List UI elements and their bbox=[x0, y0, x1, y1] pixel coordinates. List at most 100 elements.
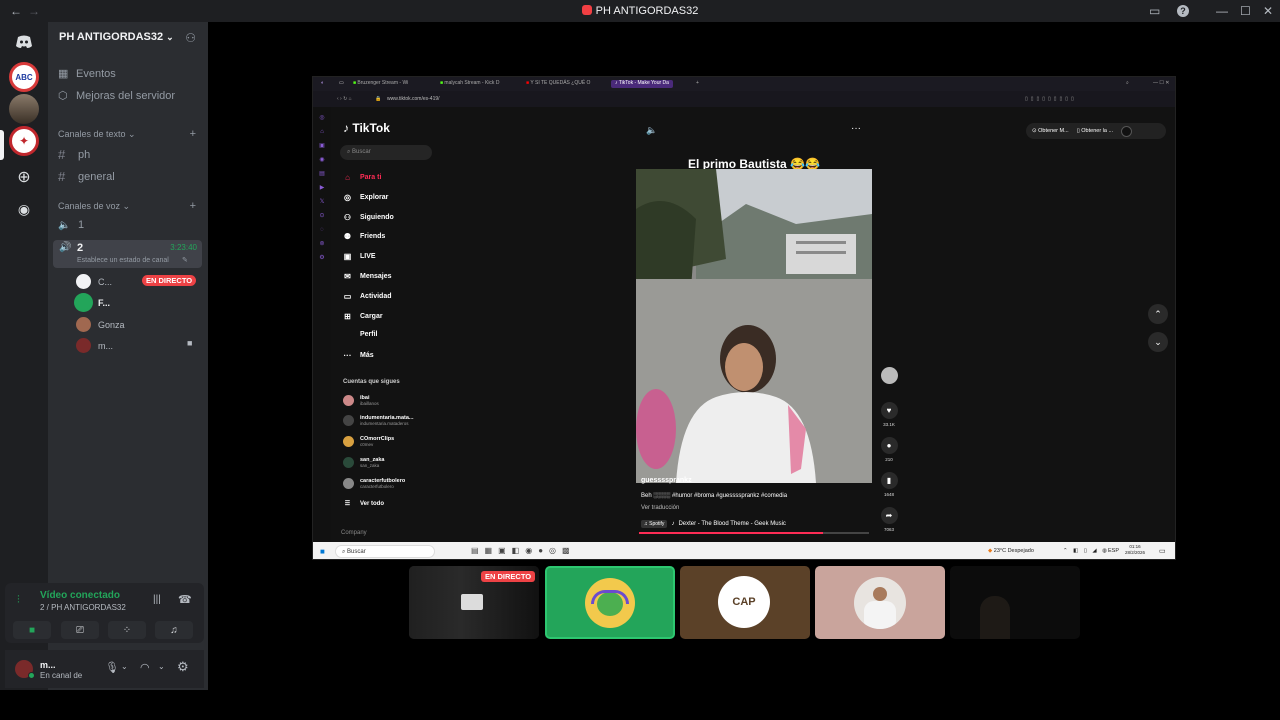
scroll-up-button[interactable]: ⌃ bbox=[1148, 304, 1168, 324]
disconnect-icon[interactable]: ☎ bbox=[178, 593, 192, 606]
invite-icon[interactable]: ⚇ bbox=[185, 31, 196, 45]
add-text-channel-icon[interactable]: + bbox=[190, 128, 196, 140]
voice-user[interactable]: m... bbox=[76, 338, 113, 353]
music-row[interactable]: ♫ Spotify ♪ Dexter - The Blood Theme - G… bbox=[641, 520, 786, 528]
server-avatar-icon[interactable] bbox=[9, 94, 39, 124]
nav-actividad[interactable]: ▭ Actividad bbox=[343, 292, 392, 301]
translate-link[interactable]: Ver traducción bbox=[641, 505, 679, 511]
account-item[interactable]: san_zaka san_zaka bbox=[343, 457, 384, 468]
chevron-down-icon[interactable]: ⌄ bbox=[121, 662, 128, 671]
activities-button[interactable]: ⁘ bbox=[108, 621, 146, 639]
chevron-down-icon[interactable]: ⌄ bbox=[158, 662, 165, 671]
nav-buttons-icon[interactable]: ‹ › ↻ ⌂ bbox=[337, 96, 352, 102]
tiktok-search-input[interactable]: ⌕ Buscar bbox=[340, 145, 432, 160]
nav-mensajes[interactable]: ✉ Mensajes bbox=[343, 272, 391, 281]
server-ph-icon[interactable]: ✦ bbox=[9, 126, 39, 156]
account-item[interactable]: COmorrClips c0mev bbox=[343, 436, 394, 447]
participant-tile[interactable]: CAP bbox=[680, 566, 810, 639]
account-item[interactable]: caracterfutbolero caracterfutbolero bbox=[343, 478, 405, 489]
participant-tile[interactable] bbox=[815, 566, 945, 639]
events-item[interactable]: ▦ Eventos bbox=[58, 67, 116, 81]
share-button[interactable]: ➦ 7063 bbox=[879, 507, 899, 532]
browser-tab[interactable]: ■ Bruzenger Stream - Wi bbox=[353, 80, 408, 88]
signal-icon[interactable]: ⫶ bbox=[17, 594, 20, 607]
url-text[interactable]: www.tiktok.com/es-419/ bbox=[387, 96, 440, 102]
voice-user[interactable]: Gonza bbox=[76, 317, 125, 332]
new-tab-icon[interactable]: + bbox=[696, 80, 699, 88]
nav-perfil[interactable]: Perfil bbox=[343, 331, 378, 338]
text-category[interactable]: Canales de texto ⌄ bbox=[58, 129, 136, 140]
tray-icons[interactable]: ⌃ ◧ ▯ ◢ ◍ bbox=[1063, 548, 1109, 554]
browser-sidebar-icons[interactable]: ◎ ⌂ ▣ ◉ ▤ ▶ 𝕏 ⊙ ◌ ⊚ ⚙ bbox=[313, 111, 331, 265]
browser-tab[interactable]: ■ Y SI TE QUEDÁS ¿QUÉ O bbox=[526, 80, 590, 88]
taskbar-apps-icon[interactable]: ▤▦▣◧◉●◎▩ bbox=[471, 546, 576, 555]
server-name-header[interactable]: PH ANTIGORDAS32 ⌄ bbox=[59, 31, 174, 43]
get-app-button[interactable]: ⊙ Obtener M... bbox=[1032, 128, 1069, 134]
taskbar-clock[interactable]: 01:16 28/2/2026 bbox=[1125, 544, 1145, 556]
screen-share-button[interactable]: ⎚ bbox=[61, 621, 99, 639]
server-boost-item[interactable]: ⬡ Mejoras del servidor bbox=[58, 89, 175, 103]
nav-cargar[interactable]: ⊞ Cargar bbox=[343, 312, 382, 321]
voice-user[interactable]: C... bbox=[76, 274, 112, 289]
discord-home-icon[interactable] bbox=[9, 27, 39, 57]
notification-icon[interactable]: ▭ bbox=[1159, 547, 1166, 555]
tiktok-logo[interactable]: ♪ TikTok bbox=[343, 121, 390, 135]
voice-channel-2[interactable]: 🔊 2 3:23:40 Establece un estado de canal… bbox=[53, 240, 202, 268]
more-options-icon[interactable]: ··· bbox=[851, 123, 861, 134]
comment-button[interactable]: ● 210 bbox=[879, 437, 899, 462]
add-server-icon[interactable]: ⊕ bbox=[9, 162, 39, 192]
window-controls-icon[interactable]: — ☐ ✕ bbox=[1153, 80, 1169, 88]
profile-avatar[interactable] bbox=[1121, 125, 1133, 137]
microphone-icon[interactable]: 🎙 bbox=[105, 661, 119, 674]
get-desktop-button[interactable]: ▯ Obtener la ... bbox=[1077, 128, 1113, 134]
taskbar-search[interactable]: ⌕ Buscar bbox=[335, 545, 435, 558]
nav-explorar[interactable]: ◎ Explorar bbox=[343, 193, 388, 202]
like-button[interactable]: ♥ 33.1K bbox=[879, 402, 899, 427]
voice-location[interactable]: 2 / PH ANTIGORDAS32 bbox=[40, 603, 126, 612]
scroll-down-button[interactable]: ⌄ bbox=[1148, 332, 1168, 352]
account-item[interactable]: ibai ibaillanos bbox=[343, 395, 379, 406]
search-tabs-icon[interactable]: ⌕ bbox=[1126, 80, 1129, 88]
maximize-icon[interactable]: ☐ bbox=[1240, 4, 1251, 18]
creator-avatar[interactable] bbox=[879, 367, 899, 387]
see-all-link[interactable]: ☰ Ver todo bbox=[343, 500, 384, 508]
soundboard-button[interactable]: ♫ bbox=[155, 621, 193, 639]
voice-category[interactable]: Canales de voz ⌄ bbox=[58, 201, 130, 212]
voice-channel-1[interactable]: 🔈 1 bbox=[58, 219, 84, 231]
pencil-icon[interactable]: ✎ bbox=[182, 256, 188, 264]
inbox-icon[interactable]: ▭ bbox=[1149, 4, 1160, 18]
channel-general[interactable]: # general bbox=[58, 169, 115, 184]
channel-status[interactable]: Establece un estado de canal bbox=[77, 257, 169, 264]
company-link[interactable]: Company bbox=[341, 530, 367, 536]
settings-gear-icon[interactable]: ⚙ bbox=[177, 659, 189, 675]
help-icon[interactable]: ? bbox=[1177, 5, 1189, 17]
windows-start-icon[interactable]: ■ bbox=[320, 547, 325, 556]
taskbar-language[interactable]: ESP bbox=[1108, 548, 1119, 554]
video-author[interactable]: guessssprankz bbox=[641, 477, 692, 484]
nav-para-ti[interactable]: ⌂ Para ti bbox=[343, 173, 381, 182]
close-icon[interactable]: ✕ bbox=[1263, 4, 1273, 18]
screen-share-stream[interactable]: ◐ ▭ ■ Bruzenger Stream - Wi ■ malycah St… bbox=[312, 76, 1176, 560]
video-player[interactable] bbox=[636, 169, 872, 483]
voice-user[interactable]: F... bbox=[76, 295, 110, 310]
save-button[interactable]: ▮ 1648 bbox=[879, 472, 899, 497]
volume-icon[interactable]: 🔈 bbox=[646, 125, 657, 136]
server-abc-icon[interactable]: ABC bbox=[9, 62, 39, 92]
minimize-icon[interactable]: — bbox=[1216, 4, 1228, 18]
weather-widget[interactable]: ◆ 23°C Despejado bbox=[988, 548, 1034, 554]
nav-mas[interactable]: ··· Más bbox=[343, 351, 374, 360]
video-button[interactable]: ■ bbox=[13, 621, 51, 639]
account-item[interactable]: indumentaria.mata... indumentaria.matader… bbox=[343, 415, 414, 426]
browser-tab[interactable]: ■ malycah Stream - Kick D bbox=[440, 80, 499, 88]
nav-live[interactable]: ▣ LIVE bbox=[343, 252, 376, 261]
nav-siguiendo[interactable]: ⚇ Siguiendo bbox=[343, 213, 394, 222]
nav-friends[interactable]: ⚉ Friends bbox=[343, 232, 385, 241]
participant-tile-camera[interactable] bbox=[950, 566, 1080, 639]
browser-menu-icon[interactable]: ◐ bbox=[321, 80, 324, 88]
participant-tile-speaking[interactable] bbox=[545, 566, 675, 639]
headphones-icon[interactable]: ◠ bbox=[140, 661, 150, 674]
add-voice-channel-icon[interactable]: + bbox=[190, 200, 196, 212]
channel-ph[interactable]: # ph bbox=[58, 147, 90, 162]
extensions-icon[interactable]: ▯▯▯▯▯▯▯▯▯ bbox=[1025, 96, 1077, 102]
browser-tab-active[interactable]: ♪ TikTok - Make Your Da bbox=[611, 80, 673, 88]
